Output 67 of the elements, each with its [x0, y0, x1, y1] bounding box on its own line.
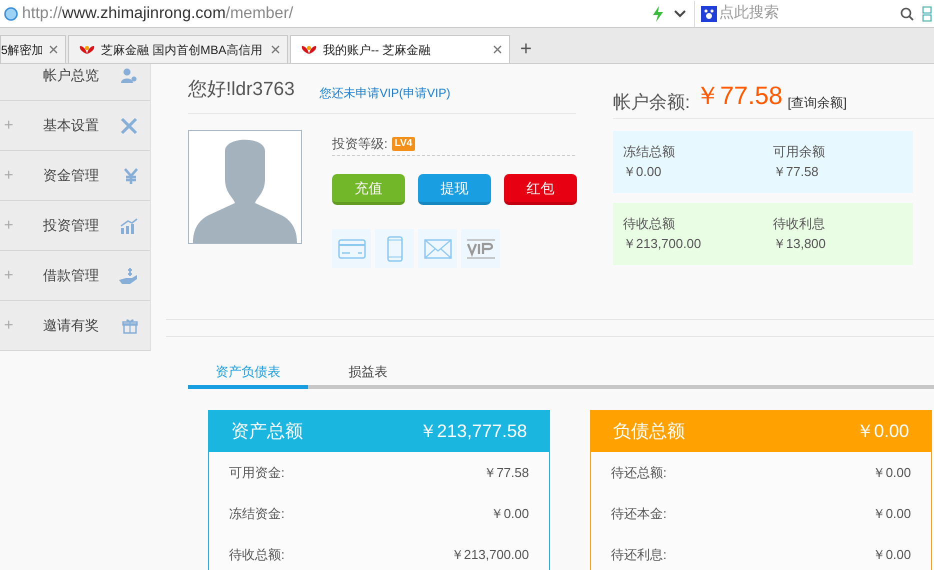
action-button[interactable]: 红包: [504, 174, 577, 205]
search-field[interactable]: 点此搜索: [719, 2, 900, 25]
sidebar-item[interactable]: 帐户总览: [0, 64, 150, 101]
stat-value: ￥0.00: [623, 163, 662, 181]
paw-icon: [701, 6, 717, 22]
sidebar-item[interactable]: + 资金管理: [0, 151, 150, 201]
report-tab[interactable]: 损益表: [308, 359, 428, 389]
vip-notice: 您还未申请VIP: [320, 87, 400, 99]
stat-label: 待收总额: [623, 215, 676, 233]
panel-icon: [922, 6, 932, 22]
browser-tab[interactable]: 芝麻金融 国内首创MBA高信用: [68, 35, 288, 63]
address-field[interactable]: http://www.zhimajinrong.com/member/: [22, 2, 294, 26]
sidebar-item[interactable]: + 基本设置: [0, 101, 150, 151]
row-label: 冻结资金:: [229, 504, 285, 523]
sidebar-item[interactable]: + 邀请有奖: [0, 301, 150, 351]
close-icon: [49, 45, 58, 54]
user-icon: [120, 68, 138, 84]
row-value: ￥0.00: [872, 546, 911, 564]
phone-icon: [375, 229, 414, 268]
hand-coin-icon: [118, 266, 138, 286]
card-total: ￥0.00: [856, 420, 909, 443]
balance-amount: ￥77.58: [695, 84, 783, 109]
globe-icon: [4, 6, 18, 20]
tools-icon: [120, 116, 138, 134]
row-value: ￥213,700.00: [450, 546, 529, 564]
card-title: 负债总额: [613, 420, 685, 443]
stat-label: 可用余额: [773, 143, 826, 161]
close-icon: [271, 45, 280, 54]
sidebar-item[interactable]: + 投资管理: [0, 201, 150, 251]
apply-vip-link[interactable]: (申请VIP): [399, 87, 450, 99]
level-label: 投资等级:: [332, 134, 388, 153]
logo-icon: [301, 44, 317, 54]
stat-label: 冻结总额: [623, 143, 676, 161]
row-value: ￥0.00: [872, 464, 911, 482]
stat-value: ￥77.58: [773, 163, 820, 181]
yen-icon: [124, 168, 138, 184]
sidebar-item[interactable]: + 借款管理: [0, 251, 150, 301]
balance-label: 帐户余额:: [613, 93, 690, 111]
browser-tab[interactable]: 5解密加: [0, 35, 66, 63]
row-value: ￥0.00: [872, 504, 911, 523]
chart-icon: [120, 218, 138, 234]
stat-value: ￥13,800: [773, 235, 827, 253]
row-label: 可用资金:: [229, 464, 285, 482]
card-title: 资产总额: [231, 420, 303, 443]
logo-icon: [79, 44, 95, 54]
vip-icon: [461, 229, 500, 268]
chevron-down-icon: [674, 10, 686, 18]
credit-card-icon: [332, 229, 371, 268]
row-value: ￥77.58: [483, 464, 529, 482]
level-badge: LV4: [392, 136, 416, 150]
stat-label: 待收利息: [773, 215, 826, 233]
greeting-text: 您好!ldr3763: [188, 80, 295, 99]
close-icon: [493, 45, 502, 54]
stat-value: ￥213,700.00: [623, 235, 702, 253]
row-label: 待收总额:: [229, 546, 285, 564]
row-label: 待还本金:: [611, 504, 667, 523]
row-label: 待还利息:: [611, 546, 667, 564]
row-value: ￥0.00: [490, 504, 529, 523]
new-tab-button[interactable]: +: [512, 35, 540, 63]
row-label: 待还总额:: [611, 464, 667, 482]
gift-icon: [122, 318, 138, 334]
mail-icon: [418, 229, 457, 268]
browser-tab[interactable]: 我的账户-- 芝麻金融: [290, 35, 510, 63]
query-balance-link[interactable]: [查询余额]: [788, 96, 847, 109]
search-icon: [900, 6, 914, 20]
card-total: ￥213,777.58: [418, 420, 527, 443]
lightning-icon: [652, 6, 664, 22]
